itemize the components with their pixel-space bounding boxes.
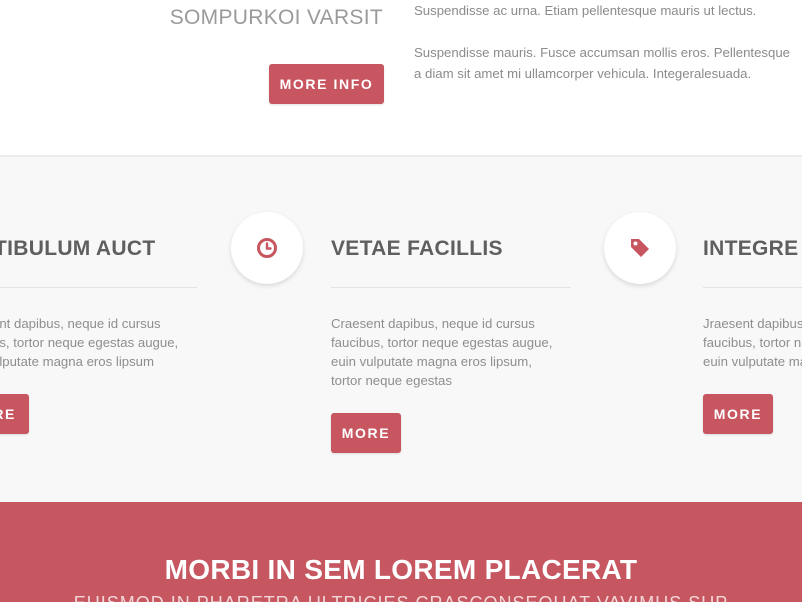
feature-text-line: euin vulputate ma bbox=[703, 354, 802, 369]
call-to-action-banner: MORBI IN SEM LOREM PLACERAT EUISMOD IN P… bbox=[0, 502, 802, 602]
clock-icon bbox=[231, 212, 303, 284]
feature-description: ent dapibus, neque id cursus us, tortor … bbox=[0, 314, 178, 371]
feature-text-line: ent dapibus, neque id cursus bbox=[0, 316, 161, 331]
feature-text-line: ulputate magna eros lipsum bbox=[0, 354, 155, 369]
feature-divider bbox=[703, 287, 802, 288]
feature-more-button[interactable]: RE bbox=[0, 394, 29, 434]
banner-subtitle: EUISMOD IN PHARETRA ULTRICIES CRASCONSEQ… bbox=[0, 593, 802, 602]
feature-text-line: faucibus, tortor n bbox=[703, 335, 802, 350]
feature-description: Craesent dapibus, neque id cursus faucib… bbox=[331, 314, 552, 390]
more-info-button[interactable]: MORE INFO bbox=[269, 64, 384, 104]
top-section: SOMPURKOI VARSIT MORE INFO Suspendisse a… bbox=[0, 0, 802, 156]
section-heading: SOMPURKOI VARSIT bbox=[169, 6, 383, 29]
banner-title: MORBI IN SEM LOREM PLACERAT bbox=[164, 554, 638, 585]
feature-text-line: us, tortor neque egestas augue, bbox=[0, 335, 179, 350]
feature-text-line: Craesent dapibus, neque id cursus bbox=[331, 316, 535, 331]
feature-title: TIBULUM AUCT bbox=[0, 237, 156, 260]
feature-more-button[interactable]: MORE bbox=[703, 394, 773, 434]
intro-paragraph: Suspendisse ac urna. Etiam pellentesque … bbox=[414, 3, 757, 18]
feature-text-line: Jraesent dapibus, bbox=[703, 316, 802, 331]
features-section: TIBULUM AUCT ent dapibus, neque id cursu… bbox=[0, 157, 802, 502]
tag-icon bbox=[604, 212, 676, 284]
feature-divider bbox=[331, 287, 571, 288]
description-paragraph: Suspendisse mauris. Fusce accumsan molli… bbox=[414, 42, 790, 84]
feature-divider bbox=[0, 287, 197, 288]
feature-more-button[interactable]: MORE bbox=[331, 413, 401, 453]
feature-text-line: faucibus, tortor neque egestas augue, bbox=[331, 335, 553, 350]
feature-title: INTEGRE I bbox=[703, 237, 802, 260]
description-line: Suspendisse mauris. Fusce accumsan molli… bbox=[414, 45, 791, 60]
feature-title: VETAE FACILLIS bbox=[331, 237, 503, 260]
feature-text-line: tortor neque egestas bbox=[331, 373, 452, 388]
feature-text-line: euin vulputate magna eros lipsum, bbox=[331, 354, 532, 369]
description-line: a diam sit amet mi ullamcorper vehicula.… bbox=[414, 66, 752, 81]
feature-description: Jraesent dapibus, faucibus, tortor n eui… bbox=[703, 314, 802, 371]
